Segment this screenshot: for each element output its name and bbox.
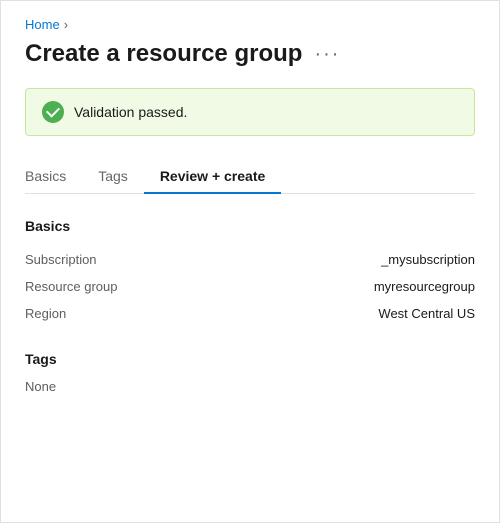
basics-section-title: Basics: [25, 218, 475, 234]
tags-section: Tags None: [25, 351, 475, 394]
region-label: Region: [25, 306, 250, 321]
validation-banner: Validation passed.: [25, 88, 475, 136]
region-row: Region West Central US: [25, 300, 475, 327]
subscription-row: Subscription _mysubscription: [25, 246, 475, 273]
tab-tags[interactable]: Tags: [82, 160, 144, 194]
subscription-value: _mysubscription: [250, 252, 475, 267]
breadcrumb: Home ›: [25, 17, 475, 32]
tab-review-create[interactable]: Review + create: [144, 160, 281, 194]
page-header: Create a resource group ···: [25, 40, 475, 68]
breadcrumb-home[interactable]: Home: [25, 17, 60, 32]
page-title: Create a resource group: [25, 40, 302, 68]
subscription-label: Subscription: [25, 252, 250, 267]
tabs-container: Basics Tags Review + create: [25, 160, 475, 194]
basics-section: Basics Subscription _mysubscription Reso…: [25, 218, 475, 327]
region-value: West Central US: [250, 306, 475, 321]
resource-group-row: Resource group myresourcegroup: [25, 273, 475, 300]
breadcrumb-separator: ›: [64, 17, 68, 32]
validation-success-icon: [42, 101, 64, 123]
resource-group-value: myresourcegroup: [250, 279, 475, 294]
more-options-button[interactable]: ···: [314, 44, 340, 64]
validation-message: Validation passed.: [74, 104, 187, 120]
tab-basics[interactable]: Basics: [25, 160, 82, 194]
page-container: Home › Create a resource group ··· Valid…: [1, 1, 499, 410]
resource-group-label: Resource group: [25, 279, 250, 294]
tags-value: None: [25, 379, 475, 394]
basics-details-table: Subscription _mysubscription Resource gr…: [25, 246, 475, 327]
tags-section-title: Tags: [25, 351, 475, 367]
